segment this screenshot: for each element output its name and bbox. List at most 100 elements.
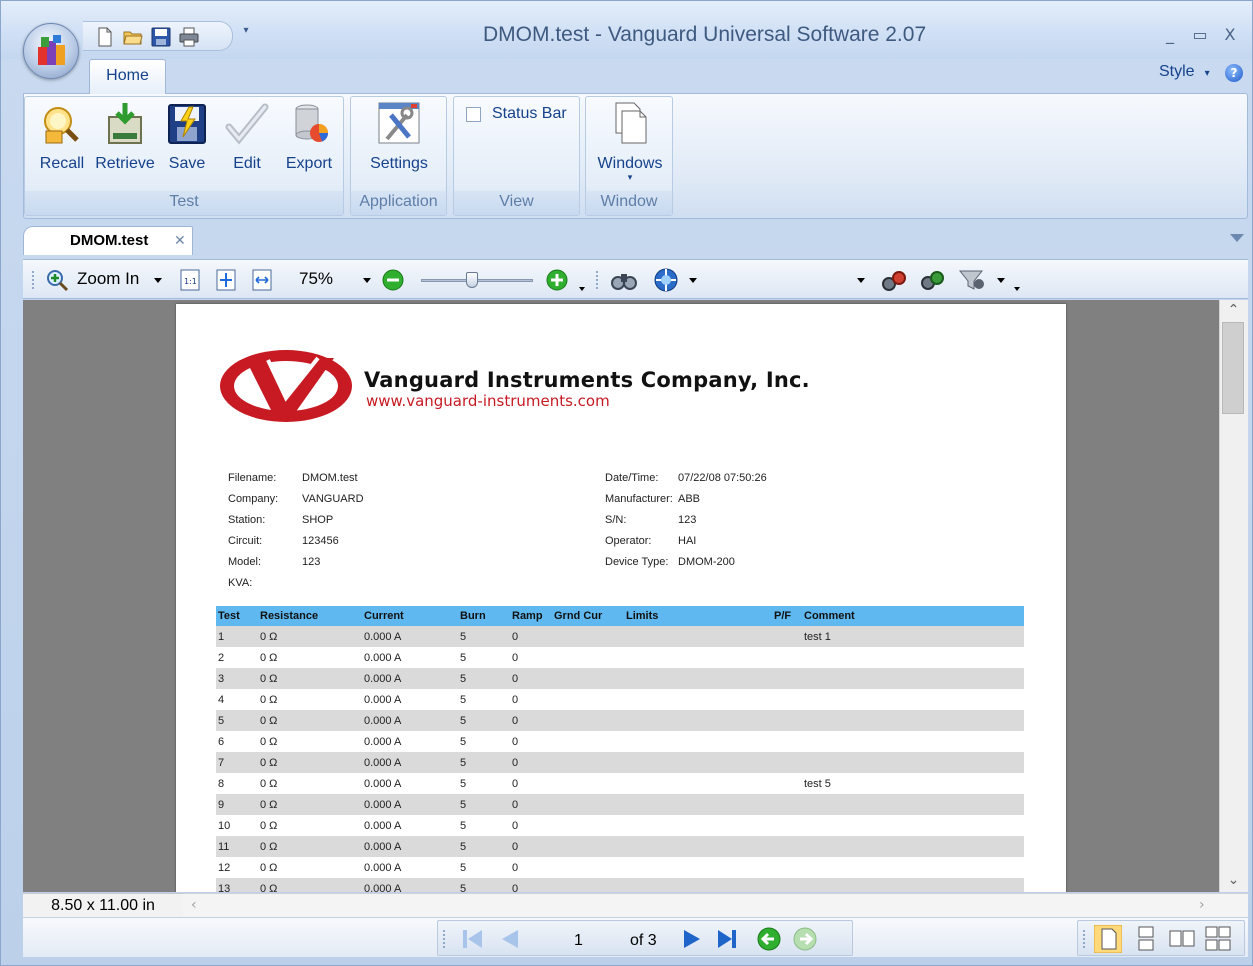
table-cell bbox=[552, 668, 624, 689]
previous-page-icon[interactable] bbox=[496, 927, 522, 951]
filter-funnel-icon[interactable] bbox=[957, 268, 987, 292]
table-cell bbox=[624, 626, 772, 647]
retrieve-button[interactable]: Retrieve bbox=[93, 101, 157, 181]
style-menu[interactable]: Style ▾ bbox=[1159, 63, 1210, 85]
export-button[interactable]: Export bbox=[279, 101, 339, 181]
table-cell bbox=[802, 857, 1024, 878]
export-car-icon[interactable] bbox=[879, 268, 909, 292]
first-page-icon[interactable] bbox=[460, 927, 486, 951]
table-cell: 6 bbox=[218, 735, 225, 748]
minimize-button[interactable]: _ bbox=[1159, 25, 1181, 47]
table-cell bbox=[552, 626, 624, 647]
tab-home[interactable]: Home bbox=[89, 59, 166, 94]
send-icon[interactable] bbox=[917, 268, 947, 292]
vertical-scrollbar[interactable]: ⌃ ⌄ bbox=[1219, 300, 1248, 892]
fit-width-icon[interactable] bbox=[251, 268, 273, 292]
table-cell bbox=[624, 773, 772, 794]
open-icon[interactable] bbox=[123, 27, 143, 47]
close-tab-icon[interactable]: ✕ bbox=[174, 233, 186, 249]
table-cell bbox=[772, 836, 802, 857]
zoom-out-icon[interactable] bbox=[381, 268, 405, 292]
toolbar-grip[interactable] bbox=[595, 270, 599, 290]
continuous-view-icon[interactable] bbox=[1132, 925, 1160, 953]
zoom-in-icon[interactable] bbox=[45, 268, 69, 292]
toolbar-grip[interactable] bbox=[1082, 929, 1086, 949]
table-cell bbox=[802, 815, 1024, 836]
column-header: Resistance bbox=[258, 606, 362, 626]
toolbar-overflow-icon[interactable] bbox=[579, 287, 585, 291]
toolbar-grip[interactable] bbox=[31, 270, 35, 290]
scroll-left-icon[interactable]: ‹ bbox=[191, 897, 197, 913]
table-cell: 5 bbox=[458, 878, 510, 892]
ribbon-group-application: Settings Application bbox=[350, 96, 447, 216]
edit-button[interactable]: Edit bbox=[223, 101, 271, 181]
zoom-level-dropdown-icon[interactable] bbox=[363, 278, 371, 283]
scroll-up-icon[interactable]: ⌃ bbox=[1220, 302, 1247, 318]
windows-button[interactable]: Windows ▾ bbox=[592, 101, 668, 183]
info-left-value: DMOM.test bbox=[302, 472, 358, 484]
customize-quick-access-icon[interactable]: ▾ bbox=[239, 25, 253, 45]
recall-label: Recall bbox=[39, 155, 85, 172]
save-ribbon-button[interactable]: Save bbox=[161, 101, 213, 181]
column-header: Burn bbox=[458, 606, 510, 626]
next-page-icon[interactable] bbox=[680, 927, 706, 951]
zoom-in-label[interactable]: Zoom In bbox=[77, 269, 139, 289]
group-label-application: Application bbox=[351, 191, 446, 215]
close-button[interactable]: X bbox=[1219, 25, 1241, 47]
navigation-dropdown-icon[interactable] bbox=[689, 278, 697, 283]
single-page-view-icon[interactable] bbox=[1094, 925, 1122, 953]
toolbar-grip[interactable] bbox=[442, 929, 446, 949]
zoom-level-value[interactable]: 75% bbox=[299, 269, 333, 289]
new-icon[interactable] bbox=[95, 27, 115, 47]
scroll-down-icon[interactable]: ⌄ bbox=[1220, 872, 1247, 888]
back-history-icon[interactable] bbox=[756, 926, 782, 952]
table-cell: 0.000 A bbox=[362, 752, 458, 773]
zoom-slider-thumb[interactable] bbox=[466, 272, 478, 288]
actual-size-icon[interactable]: 1:1 bbox=[179, 268, 201, 292]
table-cell: 0 Ω bbox=[258, 710, 362, 731]
table-cell: 0.000 A bbox=[362, 710, 458, 731]
zoom-slider[interactable] bbox=[421, 272, 533, 290]
tools-dropdown-icon[interactable] bbox=[857, 278, 865, 283]
page-layout-switcher bbox=[1077, 920, 1245, 956]
current-page-number[interactable]: 1 bbox=[574, 932, 583, 950]
export-database-icon bbox=[295, 104, 328, 142]
table-cell bbox=[624, 794, 772, 815]
zoom-in-plus-icon[interactable] bbox=[545, 268, 569, 292]
help-icon[interactable]: ? bbox=[1225, 64, 1243, 82]
table-row: 70 Ω 0.000 A50 bbox=[216, 752, 1024, 773]
info-right-label: Date/Time: bbox=[605, 472, 659, 484]
fit-page-icon[interactable] bbox=[215, 268, 237, 292]
document-tab[interactable]: DMOM.test ✕ bbox=[23, 226, 193, 255]
info-left-label: Circuit: bbox=[228, 535, 263, 547]
application-button[interactable] bbox=[23, 23, 79, 79]
settings-button[interactable]: Settings bbox=[361, 101, 437, 181]
table-row: 4 0 Ω 0.000 A 5 0 bbox=[216, 689, 1024, 710]
table-cell bbox=[802, 878, 1024, 892]
recall-button[interactable]: Recall bbox=[35, 101, 89, 181]
table-cell: 0 Ω bbox=[258, 752, 362, 773]
maximize-button[interactable]: ▭ bbox=[1189, 25, 1211, 47]
print-preview-area[interactable]: Vanguard Instruments Company, Inc. www.v… bbox=[23, 300, 1219, 892]
filter-dropdown-icon[interactable] bbox=[997, 278, 1005, 283]
print-icon[interactable] bbox=[179, 27, 199, 47]
settings-tools-icon bbox=[378, 102, 420, 144]
forward-history-icon[interactable] bbox=[792, 926, 818, 952]
table-cell: 5 bbox=[458, 668, 510, 689]
multiple-pages-view-icon[interactable] bbox=[1204, 925, 1232, 953]
table-header-row: Test Resistance Current Burn Ramp Grnd Cur Lim… bbox=[216, 606, 1024, 626]
table-cell bbox=[772, 689, 802, 710]
tab-list-dropdown-icon[interactable] bbox=[1230, 234, 1244, 242]
horizontal-scrollbar[interactable]: ‹ › bbox=[183, 893, 1248, 917]
vertical-scroll-thumb[interactable] bbox=[1222, 322, 1244, 414]
zoom-mode-dropdown-icon[interactable] bbox=[154, 278, 162, 283]
toolbar-overflow-icon[interactable] bbox=[1014, 287, 1020, 291]
table-cell: 0 bbox=[512, 735, 519, 748]
last-page-icon[interactable] bbox=[714, 927, 740, 951]
table-cell bbox=[624, 752, 772, 773]
save-icon[interactable] bbox=[151, 27, 171, 47]
find-binoculars-icon[interactable] bbox=[609, 268, 639, 292]
navigation-globe-icon[interactable] bbox=[653, 268, 681, 292]
scroll-right-icon[interactable]: › bbox=[1199, 897, 1205, 913]
facing-pages-view-icon[interactable] bbox=[1168, 925, 1196, 953]
